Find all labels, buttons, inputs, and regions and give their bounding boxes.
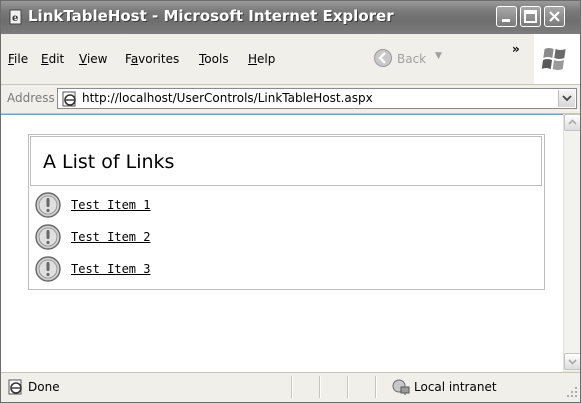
security-zone-text: Local intranet bbox=[414, 380, 497, 394]
menu-favorites[interactable]: Favorites bbox=[125, 52, 179, 66]
round-info-icon bbox=[34, 223, 64, 254]
status-divider bbox=[347, 376, 349, 398]
link-test-item-3[interactable]: Test Item 3 bbox=[71, 262, 150, 276]
round-info-icon bbox=[34, 255, 64, 286]
address-bar: Address http://localhost/UserControls/Li… bbox=[1, 85, 580, 114]
ie-page-icon bbox=[8, 379, 24, 398]
menu-help[interactable]: Help bbox=[248, 52, 275, 66]
browser-window: e LinkTableHost - Microsoft Internet Exp… bbox=[0, 0, 581, 403]
scroll-up-button[interactable] bbox=[564, 114, 580, 131]
menu-bar: File Edit View Favorites Tools Help Back… bbox=[1, 34, 580, 85]
vertical-scrollbar[interactable] bbox=[563, 114, 580, 371]
close-icon bbox=[549, 11, 560, 22]
minimize-button[interactable] bbox=[496, 6, 517, 27]
menu-tools[interactable]: Tools bbox=[199, 52, 229, 66]
status-divider bbox=[375, 376, 377, 398]
menu-edit[interactable]: Edit bbox=[41, 52, 64, 66]
chevron-up-icon bbox=[568, 119, 577, 125]
toolbar-overflow-chevron[interactable]: » bbox=[512, 42, 520, 56]
back-dropdown-icon[interactable]: ▼ bbox=[435, 51, 442, 61]
back-arrow-icon bbox=[373, 48, 393, 71]
local-intranet-icon bbox=[391, 377, 411, 400]
ie-page-icon: e bbox=[8, 9, 24, 25]
link-test-item-2[interactable]: Test Item 2 bbox=[71, 230, 150, 244]
link-test-item-1[interactable]: Test Item 1 bbox=[71, 198, 150, 212]
address-label: Address bbox=[7, 91, 55, 105]
back-label: Back bbox=[397, 52, 427, 66]
chevron-down-icon bbox=[562, 95, 572, 102]
status-divider bbox=[319, 376, 321, 398]
link-table-title: A List of Links bbox=[43, 151, 175, 173]
address-url[interactable]: http://localhost/UserControls/LinkTableH… bbox=[82, 91, 373, 105]
list-item: Test Item 3 bbox=[34, 255, 514, 283]
minimize-icon bbox=[502, 19, 510, 22]
title-bar[interactable]: e LinkTableHost - Microsoft Internet Exp… bbox=[1, 1, 580, 34]
link-table-header: A List of Links bbox=[30, 136, 542, 186]
page-content: A List of Links Test Item 1 Test Item 2 … bbox=[1, 114, 563, 372]
close-button[interactable] bbox=[544, 6, 565, 27]
round-info-icon bbox=[34, 191, 64, 222]
window-title: LinkTableHost - Microsoft Internet Explo… bbox=[28, 7, 394, 25]
status-text: Done bbox=[28, 380, 60, 394]
list-item: Test Item 2 bbox=[34, 223, 514, 251]
chevron-down-icon bbox=[568, 359, 577, 365]
link-table: A List of Links Test Item 1 Test Item 2 … bbox=[28, 134, 545, 290]
status-bar: Done Local intranet bbox=[1, 372, 580, 402]
maximize-icon bbox=[524, 10, 537, 23]
maximize-button[interactable] bbox=[520, 6, 541, 27]
windows-flag-icon bbox=[541, 48, 566, 70]
address-input[interactable]: http://localhost/UserControls/LinkTableH… bbox=[57, 88, 577, 109]
windows-logo bbox=[534, 34, 580, 84]
back-button[interactable]: Back ▼ bbox=[373, 48, 453, 70]
resize-grip-icon[interactable] bbox=[566, 386, 578, 401]
menu-view[interactable]: View bbox=[79, 52, 107, 66]
menu-file[interactable]: File bbox=[8, 52, 28, 66]
list-item: Test Item 1 bbox=[34, 191, 514, 219]
address-dropdown-button[interactable] bbox=[558, 90, 575, 107]
status-divider bbox=[291, 376, 293, 398]
svg-text:e: e bbox=[12, 13, 18, 24]
scroll-down-button[interactable] bbox=[564, 353, 580, 370]
ie-page-icon bbox=[62, 91, 78, 110]
